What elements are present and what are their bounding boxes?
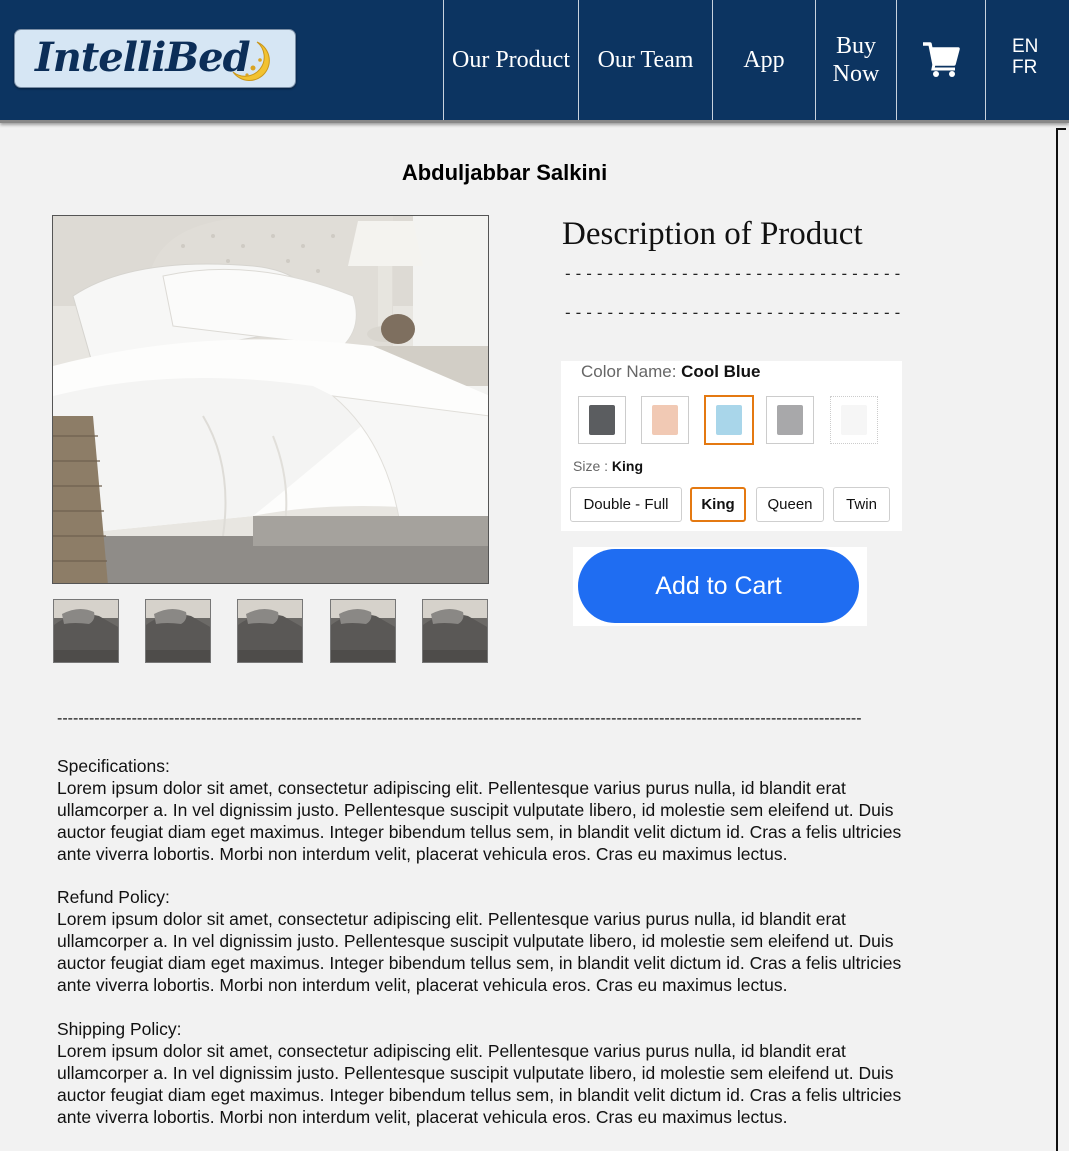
section-heading: Shipping Policy: <box>57 1019 182 1039</box>
nav-buy-now[interactable]: Buy Now <box>815 0 896 120</box>
add-to-cart-button[interactable]: Add to Cart <box>578 549 859 623</box>
seller-name: Abduljabbar Salkini <box>401 160 608 185</box>
section-divider: ----------------------------------------… <box>57 710 862 727</box>
shopping-cart-icon <box>923 42 960 77</box>
section-line: ullamcorper a. In vel dignissim justo. P… <box>57 931 894 951</box>
section-line: Lorem ipsum dolor sit amet, consectetur … <box>57 1041 846 1061</box>
color-swatch-gray[interactable] <box>766 396 814 444</box>
section-line: Lorem ipsum dolor sit amet, consectetur … <box>57 909 846 929</box>
description-title: Description of Product <box>562 216 863 252</box>
size-option-king[interactable]: King <box>690 487 746 522</box>
top-nav-bar: IntelliBed Our Product Our Team App Buy … <box>0 0 1069 123</box>
nav-app[interactable]: App <box>712 0 815 120</box>
language-switcher: EN FR <box>985 0 1069 120</box>
nav-our-product-label: Our Product <box>452 47 570 73</box>
product-thumbnail[interactable] <box>237 599 303 663</box>
size-option-twin[interactable]: Twin <box>833 487 890 522</box>
color-value: Cool Blue <box>681 362 761 381</box>
size-option-double-full[interactable]: Double - Full <box>570 487 682 522</box>
logo-text: IntelliBed <box>35 34 251 81</box>
section-line: ullamcorper a. In vel dignissim justo. P… <box>57 800 894 820</box>
product-thumbnail[interactable] <box>53 599 119 663</box>
nav-our-team[interactable]: Our Team <box>578 0 712 120</box>
nav-buy-now-line2: Now <box>832 61 880 87</box>
product-thumbnail[interactable] <box>145 599 211 663</box>
nav-buy-now-line1: Buy <box>835 33 876 59</box>
color-swatch-peach[interactable] <box>641 396 689 444</box>
nav-app-label: App <box>743 47 785 73</box>
add-to-cart-container: Add to Cart <box>573 547 867 626</box>
variant-selector: Color Name: Cool Blue Size : King Double… <box>561 361 902 531</box>
section-heading: Refund Policy: <box>57 887 170 907</box>
color-name-label: Color Name: Cool Blue <box>581 362 761 382</box>
section-line: ante viverra lobortis. Morbi non interdu… <box>57 844 788 864</box>
specifications-section: Specifications: Lorem ipsum dolor sit am… <box>57 755 987 865</box>
color-swatch-charcoal[interactable] <box>578 396 626 444</box>
size-option-queen[interactable]: Queen <box>756 487 824 522</box>
shipping-policy-section: Shipping Policy: Lorem ipsum dolor sit a… <box>57 1018 987 1128</box>
refund-policy-section: Refund Policy: Lorem ipsum dolor sit ame… <box>57 886 987 996</box>
section-line: ullamcorper a. In vel dignissim justo. P… <box>57 1063 894 1083</box>
size-label-text: Size : <box>573 458 609 474</box>
section-line: ante viverra lobortis. Morbi non interdu… <box>57 1107 788 1127</box>
section-line: ante viverra lobortis. Morbi non interdu… <box>57 975 788 995</box>
description-placeholder-line: -------------------------------- <box>563 303 904 322</box>
nav-cart[interactable] <box>896 0 985 120</box>
scrollbar[interactable] <box>1056 128 1066 1151</box>
section-line: auctor feugiat diam eget maximus. Intege… <box>57 953 902 973</box>
moon-icon <box>232 41 270 81</box>
logo[interactable]: IntelliBed <box>14 29 296 88</box>
color-label-text: Color Name: <box>581 362 677 381</box>
lang-fr[interactable]: FR <box>1012 57 1037 79</box>
product-thumbnail[interactable] <box>422 599 488 663</box>
section-line: Lorem ipsum dolor sit amet, consectetur … <box>57 778 846 798</box>
nav-our-product[interactable]: Our Product <box>443 0 578 120</box>
nav-our-team-label: Our Team <box>597 47 694 73</box>
size-label: Size : King <box>573 458 643 474</box>
section-line: auctor feugiat diam eget maximus. Intege… <box>57 1085 902 1105</box>
product-main-image <box>52 215 489 584</box>
color-swatch-white[interactable] <box>830 396 878 444</box>
product-thumbnail[interactable] <box>330 599 396 663</box>
description-placeholder-line: -------------------------------- <box>563 264 904 283</box>
color-swatch-cool-blue[interactable] <box>704 395 754 445</box>
section-heading: Specifications: <box>57 756 170 776</box>
lang-en[interactable]: EN <box>1012 36 1038 58</box>
size-value: King <box>611 458 644 474</box>
section-line: auctor feugiat diam eget maximus. Intege… <box>57 822 902 842</box>
